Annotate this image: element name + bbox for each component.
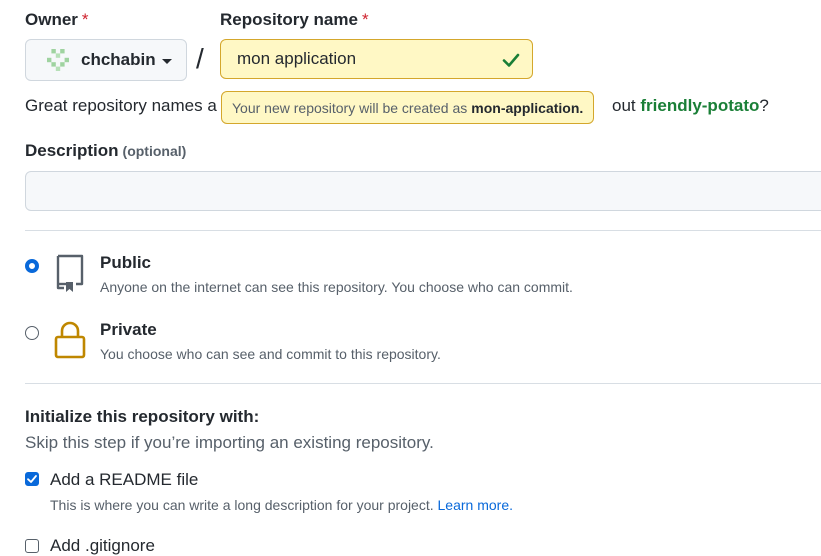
description-label-text: Description bbox=[25, 141, 119, 160]
name-hint-suffix: out friendly-potato? bbox=[612, 96, 769, 116]
readme-label[interactable]: Add a README file bbox=[50, 470, 198, 490]
private-description: You choose who can see and commit to thi… bbox=[100, 346, 441, 362]
repo-name-label-text: Repository name bbox=[220, 10, 358, 29]
repo-name-tooltip: Your new repository will be created as mo… bbox=[221, 91, 595, 124]
description-label: Description (optional) bbox=[25, 141, 186, 161]
private-title: Private bbox=[100, 320, 157, 339]
name-suggestion-link[interactable]: friendly-potato bbox=[640, 96, 759, 115]
caret-down-icon bbox=[161, 58, 172, 64]
name-hint-suffix-text: out bbox=[612, 96, 636, 115]
tooltip-text: Your new repository will be created as bbox=[232, 99, 468, 116]
owner-label-text: Owner bbox=[25, 10, 78, 29]
name-hint-prefix: Great repository names a bbox=[25, 96, 217, 115]
repo-name-value: mon application bbox=[237, 49, 357, 68]
owner-label: Owner * bbox=[25, 10, 89, 30]
init-subtitle: Skip this step if you’re importing an ex… bbox=[25, 433, 434, 452]
private-radio[interactable] bbox=[25, 326, 39, 340]
learn-more-link[interactable]: Learn more. bbox=[438, 497, 513, 513]
repo-name-label: Repository name * bbox=[220, 10, 369, 30]
checkmark-icon bbox=[27, 475, 37, 483]
init-title: Initialize this repository with: bbox=[25, 407, 260, 426]
owner-name: chchabin bbox=[81, 50, 156, 69]
repo-name-required-mark: * bbox=[361, 10, 369, 29]
repo-name-input[interactable]: mon application bbox=[220, 39, 533, 79]
gitignore-checkbox[interactable] bbox=[25, 539, 39, 553]
readme-checkbox[interactable] bbox=[25, 472, 39, 486]
tooltip-repo-slug: mon-application. bbox=[471, 99, 584, 116]
identicon-avatar bbox=[47, 49, 69, 71]
owner-select-button[interactable]: chchabin bbox=[25, 39, 187, 81]
public-title: Public bbox=[100, 253, 152, 272]
description-input[interactable] bbox=[25, 171, 821, 211]
owner-repo-separator: / bbox=[196, 43, 204, 74]
owner-required-mark: * bbox=[81, 10, 89, 29]
public-description: Anyone on the internet can see this repo… bbox=[100, 279, 573, 295]
lock-icon bbox=[54, 321, 86, 359]
gitignore-label[interactable]: Add .gitignore bbox=[50, 536, 155, 556]
readme-description-text: This is where you can write a long descr… bbox=[50, 497, 434, 513]
divider bbox=[25, 383, 821, 384]
public-radio[interactable] bbox=[25, 259, 39, 273]
readme-description: This is where you can write a long descr… bbox=[50, 497, 513, 513]
description-optional-tag: (optional) bbox=[122, 143, 187, 159]
check-icon bbox=[502, 53, 520, 67]
repo-icon bbox=[56, 254, 84, 292]
name-hint-end: ? bbox=[759, 96, 769, 115]
divider bbox=[25, 230, 821, 231]
